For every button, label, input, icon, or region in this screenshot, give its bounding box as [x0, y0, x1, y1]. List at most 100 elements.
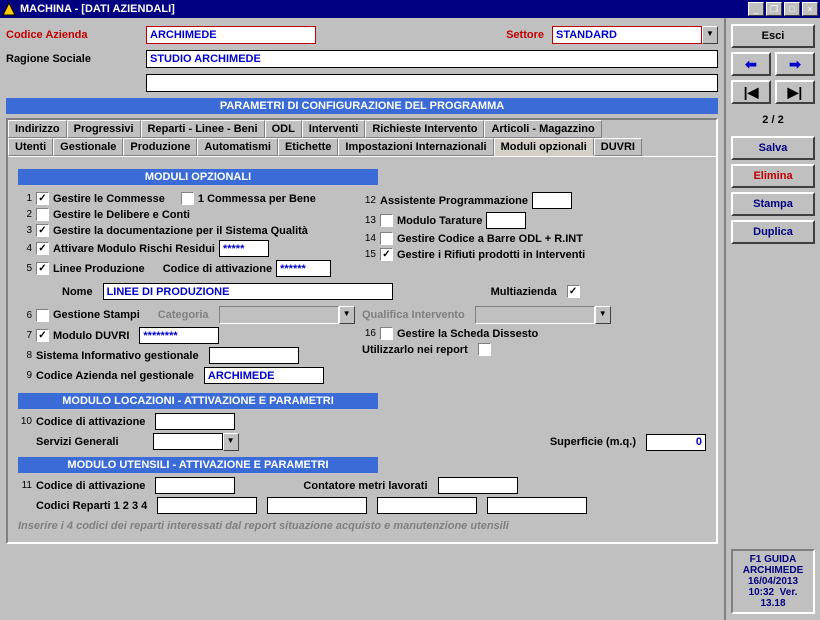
- input-modulo-tarature[interactable]: [486, 212, 526, 229]
- restore-button[interactable]: ❐: [766, 2, 782, 16]
- input-assistente-prog[interactable]: [532, 192, 572, 209]
- opt-num-14: 14: [362, 233, 376, 244]
- settore-select[interactable]: [552, 26, 702, 44]
- chk-rifiuti-interventi[interactable]: [380, 248, 393, 261]
- chk-rischi-residui[interactable]: [36, 242, 49, 255]
- next-button[interactable]: ➡: [775, 52, 815, 76]
- input-reparto-2[interactable]: [267, 497, 367, 514]
- lbl-sistema-informativo: Sistema Informativo gestionale: [36, 350, 199, 362]
- lbl-servizi-generali: Servizi Generali: [36, 436, 119, 448]
- tab-progressivi[interactable]: Progressivi: [67, 120, 141, 138]
- tab-produzione[interactable]: Produzione: [123, 138, 197, 156]
- input-codice-attivazione-loc[interactable]: [155, 413, 235, 430]
- chk-utilizzarlo-report[interactable]: [478, 343, 491, 356]
- ragione-sociale-input-2[interactable]: [146, 74, 718, 92]
- ragione-sociale-input[interactable]: [146, 50, 718, 68]
- last-button[interactable]: ▶|: [775, 80, 815, 104]
- lbl-codici-reparti: Codici Reparti 1 2 3 4: [36, 500, 147, 512]
- input-sistema-informativo[interactable]: [209, 347, 299, 364]
- lbl-nome: Nome: [62, 286, 93, 298]
- tab-richieste[interactable]: Richieste Intervento: [365, 120, 484, 138]
- tab-gestionale[interactable]: Gestionale: [53, 138, 123, 156]
- opt-num-10: 10: [18, 416, 32, 427]
- lbl-gestione-stampi: Gestione Stampi: [53, 309, 140, 321]
- salva-button[interactable]: Salva: [731, 136, 815, 160]
- chk-gestire-doc-qualita[interactable]: [36, 224, 49, 237]
- tabs-container: Indirizzo Progressivi Reparti - Linee - …: [6, 118, 718, 544]
- categoria-dropdown-button[interactable]: ▼: [339, 306, 355, 324]
- tab-indirizzo[interactable]: Indirizzo: [8, 120, 67, 138]
- chk-gestione-stampi[interactable]: [36, 309, 49, 322]
- chk-linee-produzione[interactable]: [36, 262, 49, 275]
- input-reparto-3[interactable]: [377, 497, 477, 514]
- lbl-rifiuti-interventi: Gestire i Rifiuti prodotti in Interventi: [397, 249, 585, 261]
- close-button[interactable]: ×: [802, 2, 818, 16]
- chk-gestire-delibere[interactable]: [36, 208, 49, 221]
- input-reparto-1[interactable]: [157, 497, 257, 514]
- opt-num-13: 13: [362, 215, 376, 226]
- minimize-button[interactable]: _: [748, 2, 764, 16]
- lbl-superficie: Superficie (m.q.): [550, 436, 636, 448]
- opt-num-6: 6: [18, 310, 32, 321]
- chk-modulo-tarature[interactable]: [380, 214, 393, 227]
- lbl-gestire-doc-qualita: Gestire la documentazione per il Sistema…: [53, 225, 308, 237]
- tab-articoli[interactable]: Articoli - Magazzino: [484, 120, 601, 138]
- tab-moduli-opzionali[interactable]: Moduli opzionali: [494, 138, 594, 156]
- maximize-button[interactable]: □: [784, 2, 800, 16]
- main-panel: Codice Azienda Settore ▼ Ragione Sociale…: [0, 18, 724, 620]
- tab-odl[interactable]: ODL: [265, 120, 302, 138]
- qualifica-dropdown-button[interactable]: ▼: [595, 306, 611, 324]
- chk-codice-barre[interactable]: [380, 232, 393, 245]
- input-modulo-duvri[interactable]: [139, 327, 219, 344]
- input-reparto-4[interactable]: [487, 497, 587, 514]
- chk-1-commessa-bene[interactable]: [181, 192, 194, 205]
- input-contatore-metri[interactable]: [438, 477, 518, 494]
- opt-num-12: 12: [362, 195, 376, 206]
- input-codice-attivazione-linee[interactable]: [276, 260, 331, 277]
- stampa-button[interactable]: Stampa: [731, 192, 815, 216]
- duplica-button[interactable]: Duplica: [731, 220, 815, 244]
- lbl-rischi-residui: Attivare Modulo Rischi Residui: [53, 243, 215, 255]
- input-superficie[interactable]: [646, 434, 706, 451]
- tab-duvri[interactable]: DUVRI: [594, 138, 642, 156]
- tab-reparti[interactable]: Reparti - Linee - Beni: [141, 120, 265, 138]
- titlebar-text: MACHINA - [DATI AZIENDALI]: [20, 3, 748, 15]
- select-servizi-generali[interactable]: [153, 433, 223, 450]
- tab-etichette[interactable]: Etichette: [278, 138, 338, 156]
- chk-gestire-commesse[interactable]: [36, 192, 49, 205]
- sidebar: Esci ⬅ ➡ |◀ ▶| 2 / 2 Salva Elimina Stamp…: [724, 18, 820, 620]
- lbl-qualifica-intervento: Qualifica Intervento: [362, 309, 465, 321]
- record-counter: 2 / 2: [731, 114, 815, 126]
- section-locazioni: MODULO LOCAZIONI - ATTIVAZIONE E PARAMET…: [18, 393, 378, 409]
- opt-num-8: 8: [18, 350, 32, 361]
- tab-row-2: Utenti Gestionale Produzione Automatismi…: [8, 138, 716, 156]
- tab-utenti[interactable]: Utenti: [8, 138, 53, 156]
- arrow-right-icon: ➡: [789, 56, 801, 73]
- elimina-button[interactable]: Elimina: [731, 164, 815, 188]
- input-codice-attivazione-ut[interactable]: [155, 477, 235, 494]
- esci-button[interactable]: Esci: [731, 24, 815, 48]
- lbl-scheda-dissesto: Gestire la Scheda Dissesto: [397, 328, 538, 340]
- last-icon: ▶|: [788, 84, 803, 101]
- first-button[interactable]: |◀: [731, 80, 771, 104]
- chk-modulo-duvri[interactable]: [36, 329, 49, 342]
- prev-button[interactable]: ⬅: [731, 52, 771, 76]
- opt-num-2: 2: [18, 209, 32, 220]
- tab-automatismi[interactable]: Automatismi: [197, 138, 278, 156]
- input-nome-linee[interactable]: [103, 283, 393, 300]
- servizi-dropdown-button[interactable]: ▼: [223, 433, 239, 451]
- note-reparti: Inserire i 4 codici dei reparti interess…: [18, 520, 706, 532]
- titlebar: MACHINA - [DATI AZIENDALI] _ ❐ □ ×: [0, 0, 820, 18]
- opt-num-16: 16: [362, 328, 376, 339]
- input-codice-azienda-gest[interactable]: [204, 367, 324, 384]
- tab-interventi[interactable]: Interventi: [302, 120, 366, 138]
- chk-scheda-dissesto[interactable]: [380, 327, 393, 340]
- codice-azienda-input[interactable]: [146, 26, 316, 44]
- lbl-categoria: Categoria: [158, 309, 209, 321]
- codice-azienda-label: Codice Azienda: [6, 29, 146, 41]
- chk-multiazienda[interactable]: [567, 285, 580, 298]
- settore-dropdown-button[interactable]: ▼: [702, 26, 718, 44]
- tab-impostazioni[interactable]: Impostazioni Internazionali: [338, 138, 493, 156]
- input-rischi-residui[interactable]: [219, 240, 269, 257]
- app-icon: [2, 2, 16, 16]
